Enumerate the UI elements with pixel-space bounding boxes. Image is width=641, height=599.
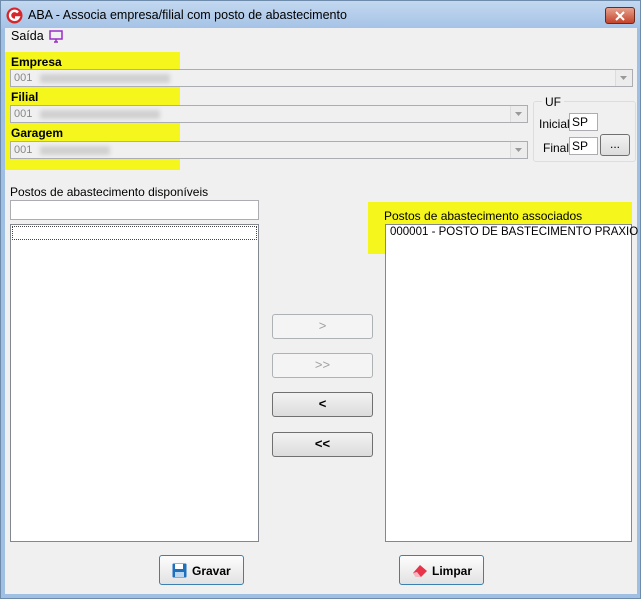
filial-combo[interactable]: 001 [10,105,528,123]
empresa-code: 001 [14,72,33,84]
add-all-button[interactable]: >> [272,353,373,378]
empresa-combo[interactable]: 001 [10,69,633,87]
app-logo-icon [6,7,23,24]
list-focus-row [12,226,257,240]
monitor-icon[interactable] [49,30,63,43]
uf-legend: UF [542,95,564,109]
title-bar: ABA - Associa empresa/filial com posto d… [1,1,640,29]
remove-one-button[interactable]: < [272,392,373,417]
garagem-combo[interactable]: 001 [10,141,528,159]
app-window: ABA - Associa empresa/filial com posto d… [0,0,641,599]
uf-inicial-input[interactable]: SP [569,113,598,131]
garagem-code: 001 [14,144,33,156]
uf-inicial-label: Inicial [539,117,570,131]
disponiveis-label: Postos de abastecimento disponíveis [10,185,209,199]
filial-label: Filial [11,90,39,104]
close-icon [615,11,625,21]
remove-all-button[interactable]: << [272,432,373,457]
list-item[interactable]: 000001 - POSTO DE BASTECIMENTO PRAXIO [390,226,638,238]
menu-saida[interactable]: Saída [11,29,44,43]
chevron-down-icon[interactable] [510,106,527,122]
garagem-label: Garagem [11,126,64,140]
add-one-button[interactable]: > [272,314,373,339]
floppy-disk-icon [172,563,187,578]
associados-label: Postos de abastecimento associados [384,209,583,223]
gravar-label: Gravar [192,564,231,578]
uf-final-label: Final [543,141,570,155]
chevron-down-icon[interactable] [510,142,527,158]
associados-list[interactable]: 000001 - POSTO DE BASTECIMENTO PRAXIO [385,224,638,542]
disponiveis-list[interactable] [10,224,259,542]
close-button[interactable] [605,7,635,24]
disponiveis-filter-input[interactable] [10,200,259,220]
limpar-label: Limpar [432,564,473,578]
eraser-icon [413,565,427,577]
uf-lookup-button[interactable]: ... [600,134,630,156]
uf-final-input[interactable]: SP [569,137,598,155]
filial-code: 001 [14,108,33,120]
limpar-button[interactable]: Limpar [399,555,484,585]
client-area: Saída Empresa 001 Filial 001 Garagem 001… [5,28,638,594]
gravar-button[interactable]: Gravar [159,555,244,585]
chevron-down-icon[interactable] [615,70,632,86]
window-title: ABA - Associa empresa/filial com posto d… [28,8,347,22]
empresa-label: Empresa [11,55,62,69]
